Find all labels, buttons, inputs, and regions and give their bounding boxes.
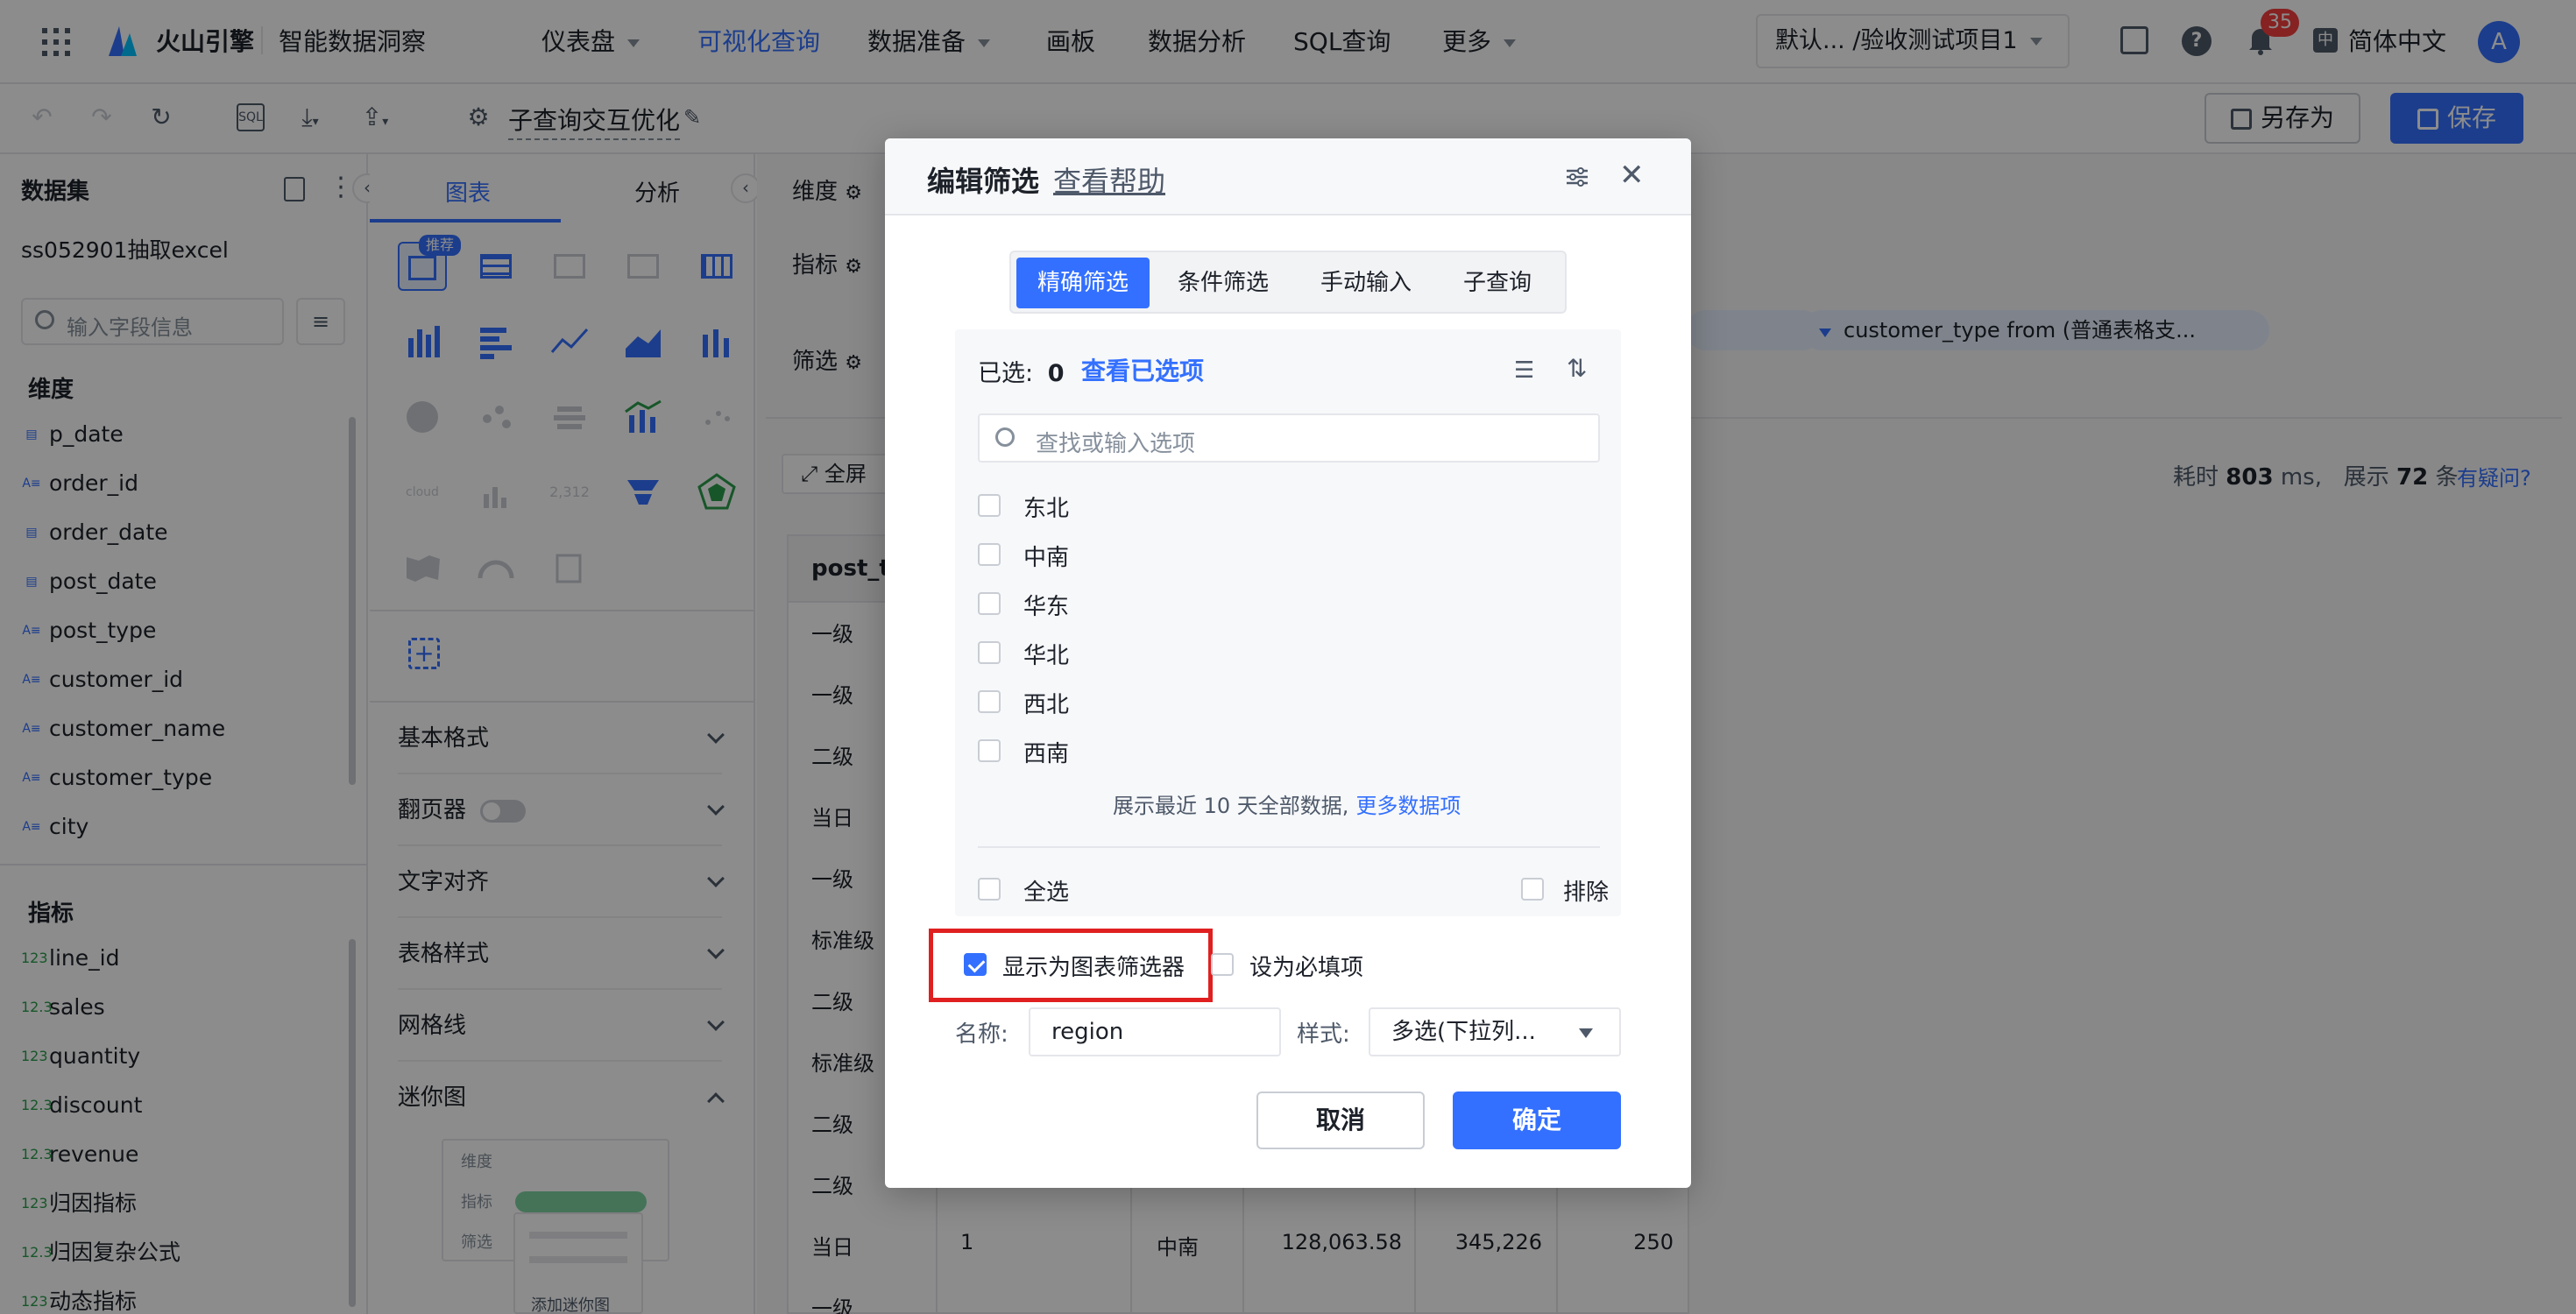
exclude-label[interactable]: 排除 xyxy=(1563,874,1609,907)
option-label[interactable]: 中南 xyxy=(1023,540,1069,572)
option-checkbox-dongbei[interactable] xyxy=(978,494,1001,517)
name-input-value: region xyxy=(1051,1019,1124,1045)
option-label[interactable]: 西南 xyxy=(1023,736,1069,768)
style-select-value: 多选(下拉列... xyxy=(1391,1019,1536,1045)
name-input[interactable]: region xyxy=(1029,1007,1281,1056)
dialog-title: 编辑筛选 xyxy=(927,165,1040,198)
option-checkbox-xibei[interactable] xyxy=(978,690,1001,713)
style-select[interactable]: 多选(下拉列... xyxy=(1369,1007,1621,1056)
option-checkbox-huabei[interactable] xyxy=(978,641,1001,664)
sort-icon[interactable]: ⇅ xyxy=(1567,354,1587,383)
caret-down-icon xyxy=(1579,1028,1593,1038)
divider xyxy=(978,846,1600,848)
style-label: 样式: xyxy=(1297,1021,1350,1048)
name-label: 名称: xyxy=(955,1021,1008,1048)
options-panel: 已选: 0 查看已选项 ☰ ⇅ 查找或输入选项 东北 中南 华东 华北 西北 西… xyxy=(955,329,1621,916)
option-label[interactable]: 西北 xyxy=(1023,687,1069,719)
show-as-chart-filter-label[interactable]: 显示为图表筛选器 xyxy=(1002,950,1185,982)
select-all-checkbox[interactable] xyxy=(978,878,1001,901)
edit-filter-dialog: 编辑筛选 查看帮助 ✕ 精确筛选 条件筛选 手动输入 子查询 已选: 0 查看已… xyxy=(885,138,1691,1188)
exclude-checkbox[interactable] xyxy=(1521,878,1544,901)
tab-exact-filter[interactable]: 精确筛选 xyxy=(1016,258,1150,308)
cancel-button[interactable]: 取消 xyxy=(1256,1091,1425,1149)
selected-label: 已选: 0 xyxy=(978,360,1065,387)
option-label[interactable]: 华东 xyxy=(1023,589,1069,621)
help-link[interactable]: 查看帮助 xyxy=(1053,159,1165,200)
tab-subquery[interactable]: 子查询 xyxy=(1435,258,1560,308)
data-range-hint: 展示最近 10 天全部数据, 更多数据项 xyxy=(1113,794,1461,818)
search-placeholder: 查找或输入选项 xyxy=(1036,431,1196,457)
required-label[interactable]: 设为必填项 xyxy=(1249,950,1363,982)
more-data-link[interactable]: 更多数据项 xyxy=(1355,794,1461,818)
view-selected-link[interactable]: 查看已选项 xyxy=(1081,352,1204,387)
tab-manual-input[interactable]: 手动输入 xyxy=(1300,258,1432,308)
option-checkbox-xinan[interactable] xyxy=(978,739,1001,762)
filter-mode-tabs: 精确筛选 条件筛选 手动输入 子查询 xyxy=(1009,251,1567,314)
sliders-icon[interactable] xyxy=(1565,165,1589,189)
required-checkbox[interactable] xyxy=(1211,953,1234,976)
option-label[interactable]: 东北 xyxy=(1023,491,1069,523)
tab-condition-filter[interactable]: 条件筛选 xyxy=(1157,258,1290,308)
show-as-chart-filter-checkbox[interactable] xyxy=(964,953,987,976)
list-settings-icon[interactable]: ☰ xyxy=(1514,357,1534,384)
close-icon[interactable]: ✕ xyxy=(1619,158,1645,193)
option-checkbox-huadong[interactable] xyxy=(978,592,1001,615)
confirm-button[interactable]: 确定 xyxy=(1453,1091,1621,1149)
option-search-input[interactable]: 查找或输入选项 xyxy=(978,413,1600,463)
search-icon xyxy=(995,427,1015,447)
option-checkbox-zhongnan[interactable] xyxy=(978,543,1001,566)
option-label[interactable]: 华北 xyxy=(1023,638,1069,670)
select-all-label[interactable]: 全选 xyxy=(1023,874,1069,907)
